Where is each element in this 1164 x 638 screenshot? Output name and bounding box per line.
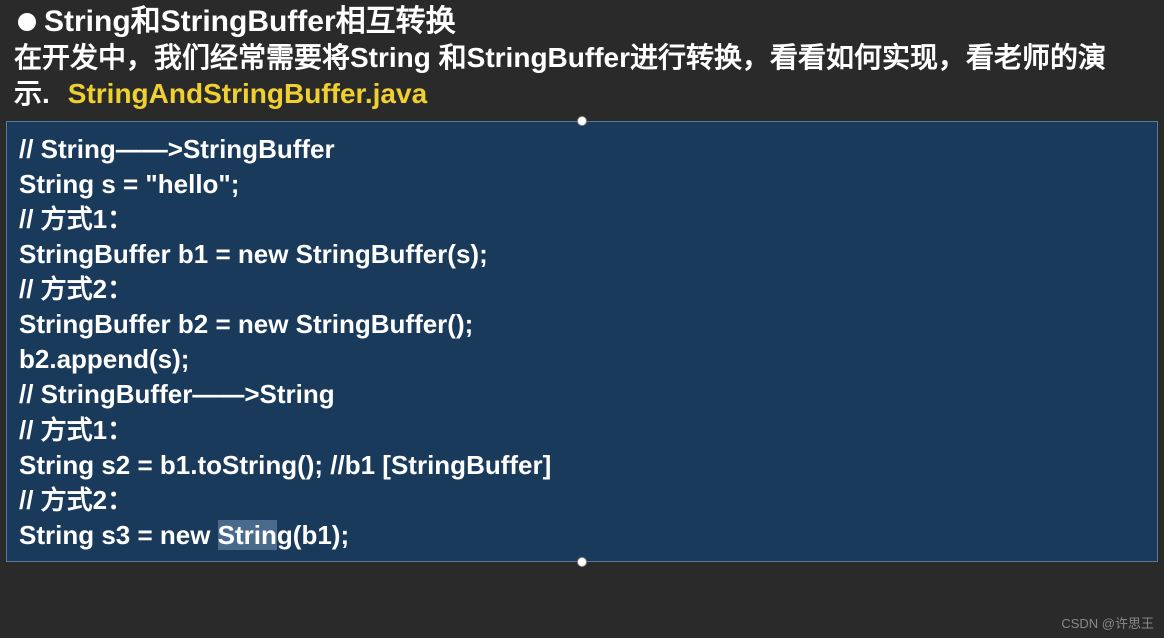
code-line: // 方式1： [19,202,1145,237]
code-line: b2.append(s); [19,342,1145,377]
code-line: // 方式1： [19,413,1145,448]
code-block[interactable]: // String——>StringBuffer String s = "hel… [6,121,1158,562]
code-line: String s = "hello"; [19,167,1145,202]
slide-header: String和StringBuffer相互转换 在开发中，我们经常需要将Stri… [0,0,1164,115]
code-line-last: String s3 = new String(b1); [19,518,1145,553]
bullet-icon [18,13,36,31]
code-line: // 方式2： [19,483,1145,518]
title-row: String和StringBuffer相互转换 [10,4,1154,40]
code-line: String s2 = b1.toString(); //b1 [StringB… [19,448,1145,483]
code-text: g(b1); [277,520,349,550]
selection-handle-bottom[interactable] [577,557,587,567]
slide-subtitle: 在开发中，我们经常需要将String 和StringBuffer进行转换，看看如… [10,40,1154,113]
watermark: CSDN @许思王 [1061,613,1154,632]
code-line: // 方式2： [19,272,1145,307]
code-line: StringBuffer b1 = new StringBuffer(s); [19,237,1145,272]
code-line: // String——>StringBuffer [19,132,1145,167]
highlighted-text: Strin [218,520,277,550]
code-line: StringBuffer b2 = new StringBuffer(); [19,307,1145,342]
slide-title: String和StringBuffer相互转换 [44,4,456,40]
code-line: // StringBuffer——>String [19,377,1145,412]
filename-text: StringAndStringBuffer.java [68,78,427,109]
code-text: String s3 = new [19,520,218,550]
selection-handle-top[interactable] [577,116,587,126]
